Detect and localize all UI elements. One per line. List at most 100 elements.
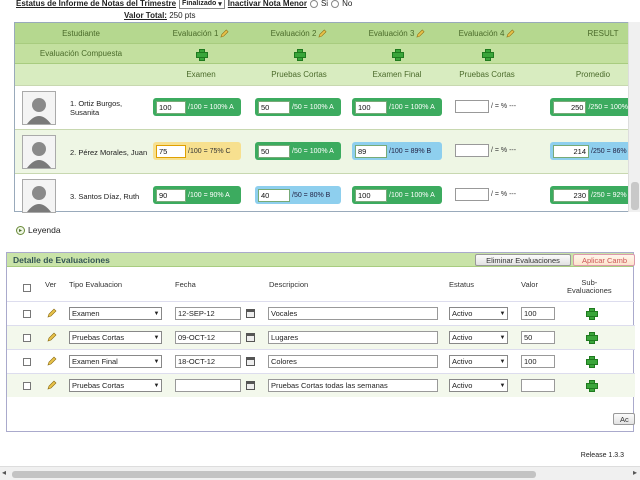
evaluation-row: Pruebas Cortas ▼ 09-OCT-12 Lugares Activo… [7,325,635,349]
estatus-select[interactable]: Activo ▼ [449,355,508,368]
add-icon[interactable] [392,48,404,61]
col-tipo: Tipo Evaluacion [69,280,123,289]
radio-si[interactable] [309,0,318,8]
eval-4-header[interactable]: Evaluación 4 [439,23,535,43]
estatus-label: Estatus de Informe de Notas del Trimestr… [16,0,177,8]
pencil-icon[interactable] [47,356,57,366]
row-checkbox[interactable] [23,310,31,318]
fecha-input[interactable]: 09-OCT-12 [175,331,241,344]
agregar-button[interactable]: Ac [613,413,635,425]
grade-input[interactable]: 50 [258,100,290,114]
tipo-select[interactable]: Examen ▼ [69,307,162,320]
evaluation-row: Examen ▼ 12-SEP-12 Vocales Activo ▼ 100 [7,301,635,325]
grades-scroll-thumb[interactable] [631,182,639,210]
grade-input[interactable] [455,188,489,201]
average-value: 230 [553,188,589,202]
average-cell: 250/250 = 100% [550,98,631,116]
grade-cell: 40/50 = 80% B [255,186,341,204]
result-header: RESULT [587,28,619,38]
row-checkbox[interactable] [23,358,31,366]
calendar-icon[interactable] [246,309,255,318]
calendar-icon[interactable] [246,381,255,390]
pencil-icon[interactable] [47,332,57,342]
leyenda-label: Leyenda [28,225,61,235]
sub-header-promedio: Promedio [575,70,611,79]
grade-input[interactable]: 90 [156,188,186,202]
aplicar-cambios-button[interactable]: Aplicar Camb [573,254,635,266]
grade-input[interactable]: 40 [258,188,290,202]
student-row: 2. Pérez Morales, Juan 75/100 = 75% C 50… [15,129,631,173]
eliminar-evaluaciones-button[interactable]: Eliminar Evaluaciones [475,254,571,266]
grade-input[interactable] [455,144,489,157]
grade-cell: 90/100 = 90% A [153,186,241,204]
scroll-right-icon[interactable]: ▸ [633,468,637,477]
add-sub-evaluation-icon[interactable] [586,380,598,392]
col-estatus: Estatus [449,280,475,289]
valor-input[interactable]: 50 [521,331,555,344]
grade-input[interactable]: 89 [355,144,387,158]
eval-1-header[interactable]: Evaluación 1 [153,23,249,43]
valor-input[interactable] [521,379,555,392]
grade-input[interactable]: 100 [156,100,186,114]
fecha-input[interactable] [175,379,241,392]
grade-cell: / = % --- [455,188,516,201]
student-name: 1. Ortiz Burgos, Susanita [70,99,123,117]
valor-total-value: 250 pts [169,11,196,20]
descripcion-input[interactable]: Vocales [268,307,438,320]
select-all-checkbox[interactable] [23,284,31,292]
sub-header-pruebas-2: Pruebas Cortas [459,70,515,79]
compuesta-row: Evaluación Compuesta [15,43,631,63]
tipo-select[interactable]: Pruebas Cortas ▼ [69,379,162,392]
add-sub-evaluation-icon[interactable] [586,308,598,320]
estatus-select[interactable]: Activo ▼ [449,307,508,320]
pencil-icon[interactable] [506,29,515,38]
descripcion-input[interactable]: Pruebas Cortas todas las semanas [268,379,438,392]
add-icon[interactable] [482,48,494,61]
pencil-icon[interactable] [318,29,327,38]
radio-no-label: No [342,0,353,8]
pencil-icon[interactable] [47,380,57,390]
sub-header-pruebas: Pruebas Cortas [271,70,327,79]
tipo-select[interactable]: Examen Final ▼ [69,355,162,368]
calendar-icon[interactable] [246,357,255,366]
scroll-left-icon[interactable]: ◂ [2,468,6,477]
eval-2-header[interactable]: Evaluación 2 [251,23,347,43]
descripcion-input[interactable]: Colores [268,355,438,368]
grade-cell: 50/50 = 100% A [255,142,341,160]
valor-input[interactable]: 100 [521,355,555,368]
horizontal-scroll-thumb[interactable] [12,471,536,478]
pencil-icon[interactable] [47,308,57,318]
add-icon[interactable] [196,48,208,61]
grade-input[interactable]: 75 [156,144,186,158]
tipo-select[interactable]: Pruebas Cortas ▼ [69,331,162,344]
add-sub-evaluation-icon[interactable] [586,332,598,344]
grade-input[interactable]: 100 [355,188,387,202]
estatus-select[interactable]: Activo ▼ [449,379,508,392]
pencil-icon[interactable] [220,29,229,38]
compuesta-label: Evaluación Compuesta [39,49,123,58]
col-valor: Valor [521,280,538,289]
calendar-icon[interactable] [246,333,255,342]
grade-input[interactable]: 100 [355,100,387,114]
expand-arrow-icon[interactable]: ▸ [16,225,25,235]
grade-cell: 100/100 = 100% A [352,98,442,116]
add-icon[interactable] [294,48,306,61]
leyenda-toggle[interactable]: ▸ Leyenda [16,225,61,235]
radio-no[interactable] [331,0,340,8]
add-sub-evaluation-icon[interactable] [586,356,598,368]
valor-input[interactable]: 100 [521,307,555,320]
eval-3-header[interactable]: Evaluación 3 [349,23,445,43]
row-checkbox[interactable] [23,334,31,342]
grade-input[interactable]: 50 [258,144,290,158]
pencil-icon[interactable] [416,29,425,38]
fecha-input[interactable]: 18-OCT-12 [175,355,241,368]
fecha-input[interactable]: 12-SEP-12 [175,307,241,320]
estatus-select[interactable]: Activo ▼ [449,331,508,344]
row-checkbox[interactable] [23,382,31,390]
radio-si-label: Si [320,0,329,8]
grade-input[interactable] [455,100,489,113]
descripcion-input[interactable]: Lugares [268,331,438,344]
grades-scrollbar[interactable] [628,22,640,212]
estatus-select[interactable]: Finalizado ▾ [179,0,225,9]
horizontal-scrollbar[interactable]: ◂ ▸ [0,466,640,480]
